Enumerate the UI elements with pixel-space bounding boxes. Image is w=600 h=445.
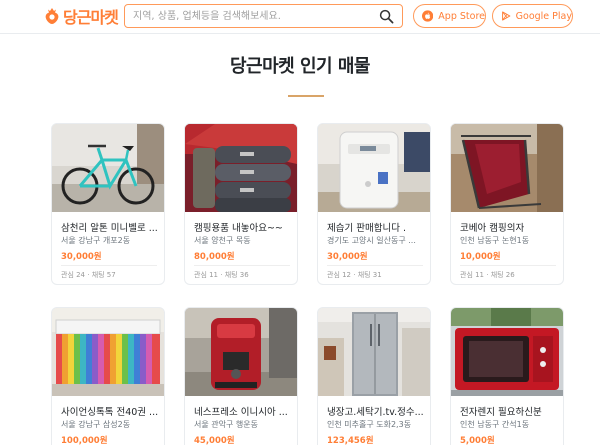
product-title: 냉장고.세탁기.tv.정수... — [327, 407, 424, 418]
product-title: 삼천리 알톤 미니벨로 ... — [61, 223, 158, 234]
product-title: 제습기 판매합니다 . — [327, 223, 406, 234]
product-stats: 관심 11 · 채팅 36 — [194, 271, 249, 279]
product-stats: 관심 12 · 채팅 31 — [327, 271, 382, 279]
product-stats: 관심 24 · 채팅 57 — [61, 271, 116, 279]
card-divider — [194, 265, 290, 266]
product-price: 80,000원 — [194, 252, 235, 262]
title-underline — [288, 95, 324, 97]
product-card[interactable]: 삼천리 알톤 미니벨로 ... 서울 강남구 개포2동 30,000원 관심 2… — [51, 123, 165, 285]
google-play-button[interactable]: Google Play — [492, 4, 573, 28]
product-title: 전자렌지 필요하신분 — [460, 407, 542, 418]
product-price: 30,000원 — [61, 252, 102, 262]
search-bar[interactable] — [124, 4, 403, 28]
logo-text: 당근마켓 — [63, 8, 119, 27]
product-region: 서울 양천구 목동 — [194, 236, 251, 245]
product-title: 코베아 캠핑의자 — [460, 223, 525, 234]
product-price: 30,000원 — [327, 252, 368, 262]
product-title: 캠핑용품 내놓아요~~ — [194, 223, 283, 234]
product-title: 사이언싱톡톡 전40권 ... — [61, 407, 159, 418]
product-image-refrigerator — [318, 308, 430, 396]
product-price: 123,456원 — [327, 436, 374, 445]
product-card[interactable]: 캠핑용품 내놓아요~~ 서울 양천구 목동 80,000원 관심 11 · 채팅… — [184, 123, 298, 285]
app-store-button[interactable]: App Store — [413, 4, 486, 28]
product-card[interactable]: 네스프레소 이니시아 ... 서울 관악구 행운동 45,000원 — [184, 307, 298, 445]
product-region: 경기도 고양시 일산동구 ... — [327, 236, 416, 245]
product-image-camping-chair — [451, 124, 563, 212]
search-input[interactable] — [133, 8, 373, 25]
google-play-icon — [502, 11, 511, 21]
product-image-coffee-machine — [185, 308, 297, 396]
product-region: 인천 미추홀구 도화2,3동 — [327, 420, 412, 429]
product-price: 100,000원 — [61, 436, 108, 445]
google-play-label: Google Play — [515, 10, 572, 22]
top-header: 당근마켓 App Store Google Play — [0, 0, 600, 34]
product-region: 서울 강남구 개포2동 — [61, 236, 131, 245]
product-region: 서울 강남구 삼성2동 — [61, 420, 131, 429]
product-card[interactable]: 냉장고.세탁기.tv.정수... 인천 미추홀구 도화2,3동 123,456원 — [317, 307, 431, 445]
product-title: 네스프레소 이니시아 ... — [194, 407, 288, 418]
apple-icon — [422, 10, 434, 22]
product-region: 인천 남동구 간석1동 — [460, 420, 530, 429]
card-divider — [327, 265, 423, 266]
product-card[interactable]: 사이언싱톡톡 전40권 ... 서울 강남구 삼성2동 100,000원 — [51, 307, 165, 445]
carrot-logo-icon — [45, 8, 59, 24]
product-region: 인천 남동구 논현1동 — [460, 236, 530, 245]
product-price: 5,000원 — [460, 436, 495, 445]
product-card[interactable]: 제습기 판매합니다 . 경기도 고양시 일산동구 ... 30,000원 관심 … — [317, 123, 431, 285]
page-title: 당근마켓 인기 매물 — [229, 56, 371, 77]
search-icon[interactable] — [379, 9, 394, 24]
product-price: 45,000원 — [194, 436, 235, 445]
product-stats: 관심 11 · 채팅 26 — [460, 271, 515, 279]
product-card[interactable]: 코베아 캠핑의자 인천 남동구 논현1동 10,000원 관심 11 · 채팅 … — [450, 123, 564, 285]
product-image-book-set — [52, 308, 164, 396]
product-image-bicycle — [52, 124, 164, 212]
card-divider — [460, 265, 556, 266]
product-image-camping-gear — [185, 124, 297, 212]
card-divider — [61, 265, 157, 266]
product-image-microwave — [451, 308, 563, 396]
product-image-dehumidifier — [318, 124, 430, 212]
product-price: 10,000원 — [460, 252, 501, 262]
product-card[interactable]: 전자렌지 필요하신분 인천 남동구 간석1동 5,000원 — [450, 307, 564, 445]
app-store-label: App Store — [438, 10, 485, 22]
product-region: 서울 관악구 행운동 — [194, 420, 258, 429]
logo[interactable]: 당근마켓 — [44, 5, 119, 27]
